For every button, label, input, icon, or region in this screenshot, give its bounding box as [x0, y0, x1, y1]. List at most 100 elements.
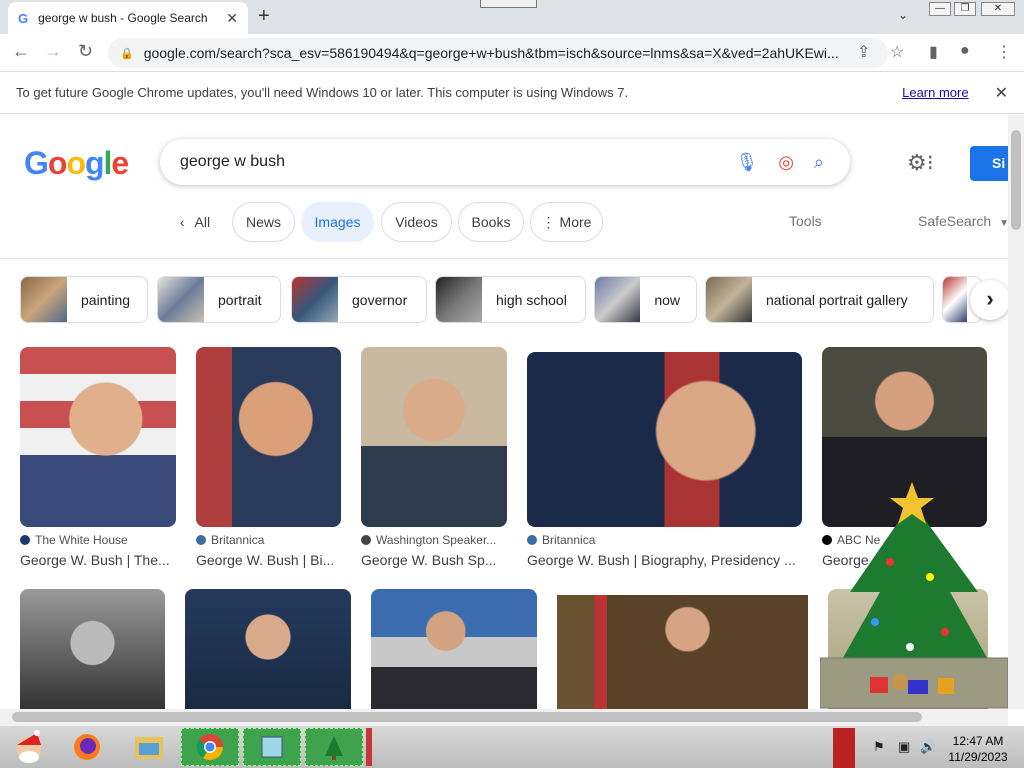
reload-icon[interactable]: ↻ — [78, 41, 93, 62]
chip-governor[interactable]: governor — [291, 276, 427, 323]
tab-all-label: All — [194, 214, 211, 230]
gift-box — [870, 677, 888, 693]
lens-camera-icon[interactable]: ◎ — [778, 152, 794, 173]
clock-date: 11/29/2023 — [948, 750, 1008, 764]
firefox-icon[interactable] — [66, 728, 108, 766]
menu-kebab-icon[interactable]: ⋮ — [996, 42, 1012, 62]
chip-thumbnail — [436, 277, 482, 322]
tree-body — [835, 502, 995, 672]
search-box[interactable]: george w bush 🎙 ◎ ⌕ — [160, 139, 850, 185]
horizontal-scroll-thumb[interactable] — [12, 712, 922, 722]
search-icon[interactable]: ⌕ — [814, 152, 824, 173]
new-tab-icon[interactable]: + — [258, 5, 270, 28]
tab-news[interactable]: News — [232, 202, 295, 242]
tray-app-icon[interactable] — [833, 728, 855, 768]
volume-icon[interactable]: 🔊 — [920, 739, 936, 755]
google-logo[interactable]: Google — [24, 145, 129, 182]
action-center-flag-icon[interactable]: ⚑ — [873, 739, 885, 755]
safesearch-button[interactable]: SafeSearch ▼ — [918, 213, 1009, 229]
source-favicon-icon — [196, 535, 206, 545]
side-panel-icon[interactable]: ▮ — [929, 42, 938, 62]
learn-more-link[interactable]: Learn more — [902, 85, 968, 100]
santa-start-icon[interactable] — [4, 728, 54, 766]
gift-box — [938, 678, 954, 694]
christmas-tree-taskbar-button[interactable] — [305, 728, 363, 766]
result-source[interactable]: Britannica — [196, 533, 341, 547]
back-icon[interactable]: ← — [12, 41, 30, 62]
tools-button[interactable]: Tools — [789, 213, 822, 229]
tab-more[interactable]: ⋮ More — [530, 202, 603, 242]
result-source[interactable]: Britannica — [527, 533, 802, 547]
image-result[interactable]: Washington Speaker... George W. Bush Sp.… — [361, 347, 507, 568]
result-thumbnail[interactable] — [196, 347, 341, 527]
file-explorer-icon[interactable] — [128, 728, 170, 766]
source-name: The White House — [35, 533, 128, 547]
image-result-thumbnail[interactable] — [185, 589, 351, 709]
header-divider — [0, 258, 1008, 259]
gift-box — [908, 680, 928, 694]
chips-next-arrow-icon[interactable]: › — [970, 280, 1010, 320]
window-close-icon[interactable]: ✕ — [981, 2, 1015, 16]
image-result[interactable]: Britannica George W. Bush | Biography, P… — [527, 347, 802, 568]
chip-painting[interactable]: painting — [20, 276, 148, 323]
clock-time: 12:47 AM — [952, 734, 1004, 748]
chip-thumbnail — [595, 277, 641, 322]
image-result-thumbnail[interactable] — [557, 595, 808, 709]
microphone-icon[interactable]: 🎙 — [735, 152, 758, 173]
safesearch-label: SafeSearch — [918, 213, 992, 229]
chip-high-school[interactable]: high school — [435, 276, 586, 323]
chip-portrait[interactable]: portrait — [157, 276, 281, 323]
system-clock[interactable]: 12:47 AM 11/29/2023 — [938, 733, 1018, 765]
image-result-thumbnail[interactable] — [20, 589, 165, 709]
share-icon[interactable]: ⇪ — [857, 42, 870, 62]
result-source[interactable]: Washington Speaker... — [361, 533, 507, 547]
tab-close-icon[interactable]: ✕ — [226, 10, 238, 27]
tab-search-chevron-icon[interactable]: ⌄ — [898, 8, 908, 22]
result-caption[interactable]: George W. Bush | Bi... — [196, 552, 341, 568]
logo-letter: o — [47, 145, 68, 181]
chrome-taskbar-button[interactable] — [181, 728, 239, 766]
address-bar[interactable]: 🔒 google.com/search?sca_esv=586190494&q=… — [108, 38, 888, 68]
network-icon[interactable]: ▣ — [898, 739, 910, 755]
ornament — [886, 558, 894, 566]
lock-icon[interactable]: 🔒 — [120, 47, 134, 60]
ornament — [941, 628, 949, 636]
logo-letter: G — [24, 145, 49, 181]
result-caption[interactable]: George W. Bush | The... — [20, 552, 176, 568]
vertical-scroll-thumb[interactable] — [1011, 130, 1021, 230]
christmas-tree-widget[interactable] — [820, 482, 1012, 714]
settings-gear-icon[interactable]: ⚙⁝ — [907, 150, 934, 176]
result-thumbnail[interactable] — [527, 352, 802, 527]
infobar-message: To get future Google Chrome updates, you… — [16, 85, 629, 100]
minimize-icon[interactable]: — — [929, 2, 951, 16]
image-result-thumbnail[interactable] — [371, 589, 537, 709]
tab-all[interactable]: ‹ All — [170, 202, 220, 242]
update-infobar: To get future Google Chrome updates, you… — [0, 72, 1024, 114]
result-thumbnail[interactable] — [361, 347, 507, 527]
tab-title: george w bush - Google Search — [38, 11, 208, 25]
image-result[interactable]: The White House George W. Bush | The... — [20, 347, 176, 568]
result-caption[interactable]: George W. Bush Sp... — [361, 552, 507, 568]
tab-videos[interactable]: Videos — [381, 202, 452, 242]
bookmark-star-icon[interactable]: ☆ — [890, 42, 904, 62]
forward-icon[interactable]: → — [44, 41, 62, 62]
google-favicon-icon: G — [18, 10, 29, 26]
browser-tab[interactable]: G george w bush - Google Search ✕ — [8, 2, 248, 34]
result-caption[interactable]: George W. Bush | Biography, Presidency .… — [527, 552, 802, 568]
chip-national-portrait-gallery[interactable]: national portrait gallery — [705, 276, 934, 323]
logo-letter: e — [111, 145, 129, 181]
notes-taskbar-button[interactable] — [243, 728, 301, 766]
profile-avatar-icon[interactable]: ● — [960, 42, 970, 60]
search-query[interactable]: george w bush — [180, 153, 735, 171]
image-result[interactable]: Britannica George W. Bush | Bi... — [196, 347, 341, 568]
window-drag-handle[interactable] — [480, 0, 537, 8]
result-source[interactable]: The White House — [20, 533, 176, 547]
infobar-close-icon[interactable]: ✕ — [995, 83, 1008, 103]
teddy-bear-icon — [892, 674, 908, 690]
result-thumbnail[interactable] — [20, 347, 176, 527]
tab-books[interactable]: Books — [458, 202, 524, 242]
chip-now[interactable]: now — [594, 276, 697, 323]
restore-icon[interactable]: ❐ — [954, 2, 976, 16]
chevron-left-icon: ‹ — [179, 214, 185, 230]
tab-images[interactable]: Images — [301, 202, 374, 242]
